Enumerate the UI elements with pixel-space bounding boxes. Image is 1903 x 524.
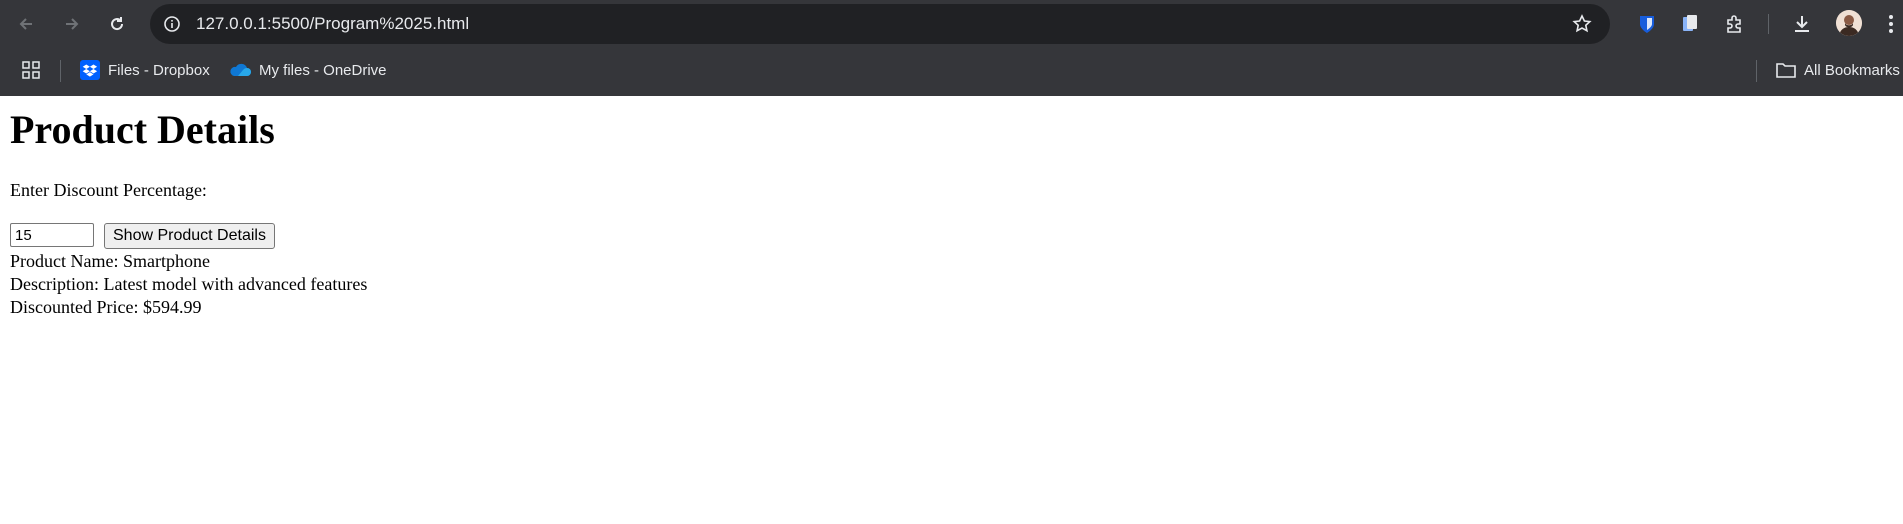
folder-icon — [1776, 63, 1796, 78]
bookmark-onedrive[interactable]: My files - OneDrive — [229, 58, 387, 82]
discount-label: Enter Discount Percentage: — [10, 180, 207, 200]
reload-icon — [111, 17, 124, 31]
browser-toolbar: 127.0.0.1:5500/Program%2025.html — [0, 0, 1903, 48]
extensions-puzzle-icon[interactable] — [1720, 10, 1748, 38]
bookmark-dropbox[interactable]: Files - Dropbox — [80, 58, 210, 82]
bookmark-star-icon[interactable] — [1570, 12, 1594, 36]
forward-arrow-icon — [66, 18, 79, 30]
bookmark-label: My files - OneDrive — [259, 61, 387, 79]
product-name: Product Name: Smartphone — [10, 251, 210, 271]
all-bookmarks-label: All Bookmarks — [1804, 61, 1900, 79]
bookmarks-bar: Files - Dropbox My files - OneDrive All … — [0, 52, 1903, 88]
download-icon[interactable] — [1788, 10, 1816, 38]
forward-button[interactable] — [56, 8, 88, 40]
page-content: Product Details Enter Discount Percentag… — [0, 96, 1903, 524]
address-bar[interactable]: 127.0.0.1:5500/Program%2025.html — [150, 4, 1610, 44]
site-info-icon[interactable] — [158, 10, 186, 38]
bookmarks-divider — [60, 60, 61, 82]
show-product-details-button[interactable]: Show Product Details — [104, 223, 275, 249]
discounted-price: Discounted Price: $594.99 — [10, 297, 202, 317]
back-arrow-icon — [19, 18, 32, 30]
browser-chrome: 127.0.0.1:5500/Program%2025.html Files -… — [0, 0, 1903, 96]
docs-extension-icon[interactable] — [1676, 10, 1704, 38]
reload-button[interactable] — [101, 8, 133, 40]
all-bookmarks-button[interactable]: All Bookmarks — [1776, 58, 1900, 82]
bookmarks-divider — [1756, 60, 1757, 82]
page-title: Product Details — [10, 107, 275, 152]
product-description: Description: Latest model with advanced … — [10, 274, 368, 294]
toolbar-divider — [1768, 14, 1769, 34]
discount-input[interactable] — [10, 223, 94, 247]
onedrive-icon — [230, 63, 251, 76]
bookmark-label: Files - Dropbox — [108, 61, 210, 79]
url-text[interactable]: 127.0.0.1:5500/Program%2025.html — [196, 14, 469, 34]
back-button[interactable] — [10, 8, 42, 40]
apps-grid-icon[interactable] — [22, 58, 40, 82]
product-details: Product Name: Smartphone Description: La… — [10, 250, 367, 319]
profile-avatar[interactable] — [1836, 10, 1862, 36]
dropbox-icon — [80, 60, 100, 80]
menu-dots-icon[interactable] — [1882, 10, 1900, 38]
bitwarden-extension-icon[interactable] — [1633, 10, 1661, 38]
